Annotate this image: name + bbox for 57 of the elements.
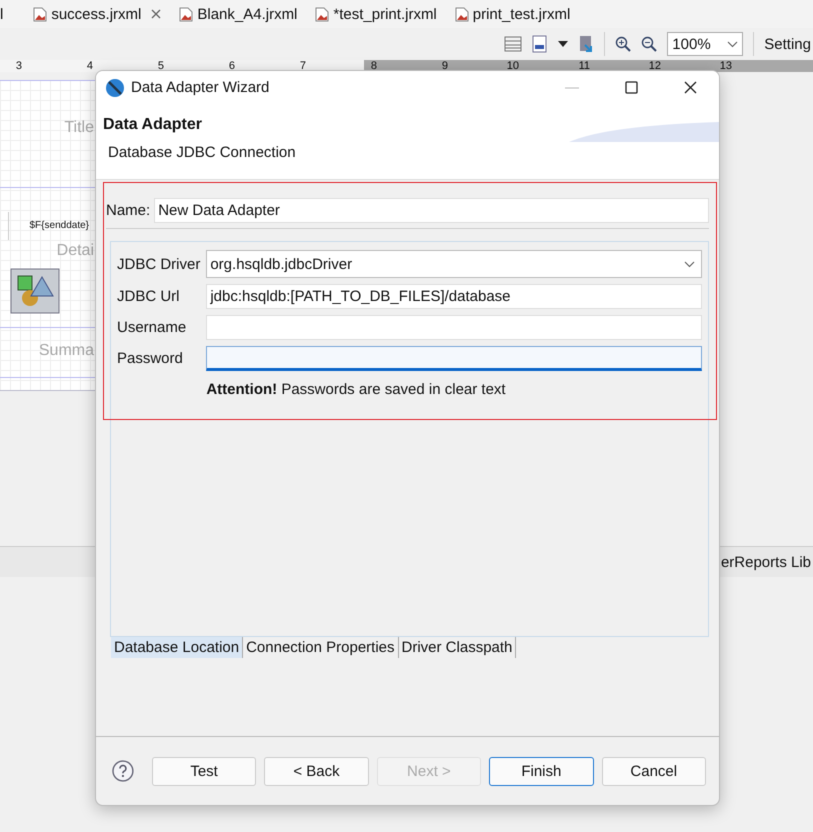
- file-icon: [33, 6, 48, 22]
- editor-tab[interactable]: print_test.jrxml: [450, 0, 584, 28]
- app-icon: [105, 78, 125, 98]
- file-icon: [315, 6, 330, 22]
- page-heading: Data Adapter: [103, 116, 202, 134]
- zoom-out-icon[interactable]: [641, 36, 658, 52]
- ruler-label: 3: [14, 60, 22, 72]
- field-label: Username: [117, 319, 188, 336]
- dialog-button[interactable]: Finish: [489, 756, 594, 786]
- zoom-combo[interactable]: 100%: [667, 32, 744, 56]
- field-label: JDBC Driver: [117, 256, 200, 272]
- ruler-label: 5: [156, 60, 164, 72]
- editor-tab[interactable]: Blank_A4.jrxml: [175, 0, 312, 28]
- warning-text: Attention! Passwords are saved in clear text: [206, 380, 507, 398]
- band-label: Summa: [38, 342, 94, 360]
- ruler-label: 4: [86, 60, 93, 72]
- band-label: Detai: [56, 242, 94, 260]
- text-field-element[interactable]: $F{senddate}: [8, 212, 89, 240]
- band-label: Title: [64, 119, 94, 137]
- zoom-in-icon[interactable]: [615, 36, 632, 52]
- ruler-label: 8: [370, 60, 377, 72]
- name-field[interactable]: New Data Adapter: [154, 198, 709, 223]
- tab[interactable]: Database Location: [111, 637, 244, 658]
- list-icon[interactable]: [504, 36, 522, 52]
- chevron-icon: [684, 260, 695, 268]
- ruler-label: 10: [506, 60, 519, 72]
- ruler-label: 13: [718, 60, 732, 72]
- input-field[interactable]: [206, 346, 702, 371]
- dialog-button[interactable]: Cancel: [602, 756, 706, 786]
- page-description: Database JDBC Connection: [107, 144, 297, 161]
- caret-icon[interactable]: [558, 41, 568, 47]
- ruler-label: 6: [228, 60, 235, 72]
- field-label: Name:: [106, 202, 150, 219]
- close-icon[interactable]: [684, 81, 697, 94]
- dialog-button[interactable]: Test: [152, 756, 256, 786]
- panel-tab[interactable]: erReports Lib: [720, 554, 811, 570]
- file-icon: [454, 6, 469, 22]
- ruler-label: 9: [440, 60, 448, 72]
- dialog-button[interactable]: < Back: [264, 756, 369, 786]
- settings-button[interactable]: Setting: [764, 36, 811, 52]
- editor-tab[interactable]: *test_print.jrxml: [311, 0, 451, 28]
- ruler-label: 7: [298, 60, 306, 72]
- editor-tab[interactable]: success.jrxml: [29, 0, 176, 28]
- field-label: Password: [117, 350, 184, 367]
- tab[interactable]: Driver Classpath: [398, 637, 516, 658]
- chevron-icon: [727, 40, 738, 48]
- driver-dropdown[interactable]: org.hsqldb.jdbcDriver: [206, 250, 702, 278]
- field-label: JDBC Url: [117, 288, 180, 305]
- shapes-icon[interactable]: [10, 268, 60, 314]
- ruler-label: 11: [578, 60, 590, 72]
- window-title: Data Adapter Wizard: [131, 79, 270, 96]
- maximize-icon[interactable]: [625, 81, 638, 94]
- editor-tab[interactable]: l: [0, 0, 30, 28]
- input-field[interactable]: jdbc:hsqldb:[PATH_TO_DB_FILES]/database: [206, 284, 702, 309]
- help-icon[interactable]: [112, 760, 134, 782]
- file-icon: [179, 6, 194, 22]
- ruler-label: 12: [648, 60, 661, 72]
